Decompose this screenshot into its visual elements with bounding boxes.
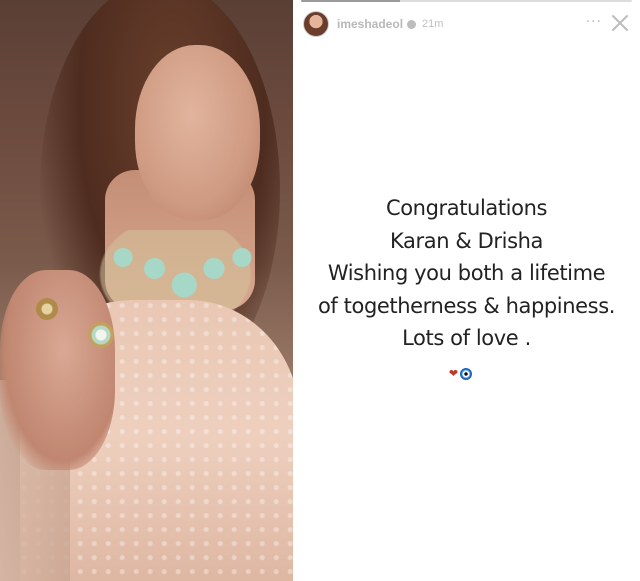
message-line: Congratulations xyxy=(385,196,548,220)
story-message: Congratulations Karan & Drisha Wishing y… xyxy=(293,192,640,355)
verified-badge-icon xyxy=(407,19,417,29)
story-timestamp: 21m xyxy=(422,18,444,30)
username[interactable]: imeshadeol xyxy=(337,17,403,31)
message-line: Lots of love . xyxy=(402,326,531,350)
message-line: Wishing you both a lifetime xyxy=(327,261,606,285)
message-line: Karan & Drisha xyxy=(390,228,543,253)
emoji-row: ❤ xyxy=(293,368,640,380)
close-icon[interactable] xyxy=(610,13,630,33)
avatar[interactable] xyxy=(303,11,329,37)
story-progress-fill xyxy=(301,0,401,2)
more-options-icon[interactable]: ··· xyxy=(586,14,602,30)
story-progress-bar xyxy=(301,0,632,2)
photo-hand xyxy=(0,270,115,470)
story-header: imeshadeol 21m ··· xyxy=(293,8,640,40)
red-heart-icon: ❤ xyxy=(448,367,459,380)
story-panel[interactable]: imeshadeol 21m ··· Congratulations Karan… xyxy=(293,0,640,581)
ring-jewelry xyxy=(36,298,58,320)
story-photo xyxy=(0,0,293,581)
ring-jewelry xyxy=(88,322,114,348)
message-line: of togetherness & happiness. xyxy=(317,293,616,318)
photo-face xyxy=(135,45,260,220)
evil-eye-icon xyxy=(460,368,473,380)
